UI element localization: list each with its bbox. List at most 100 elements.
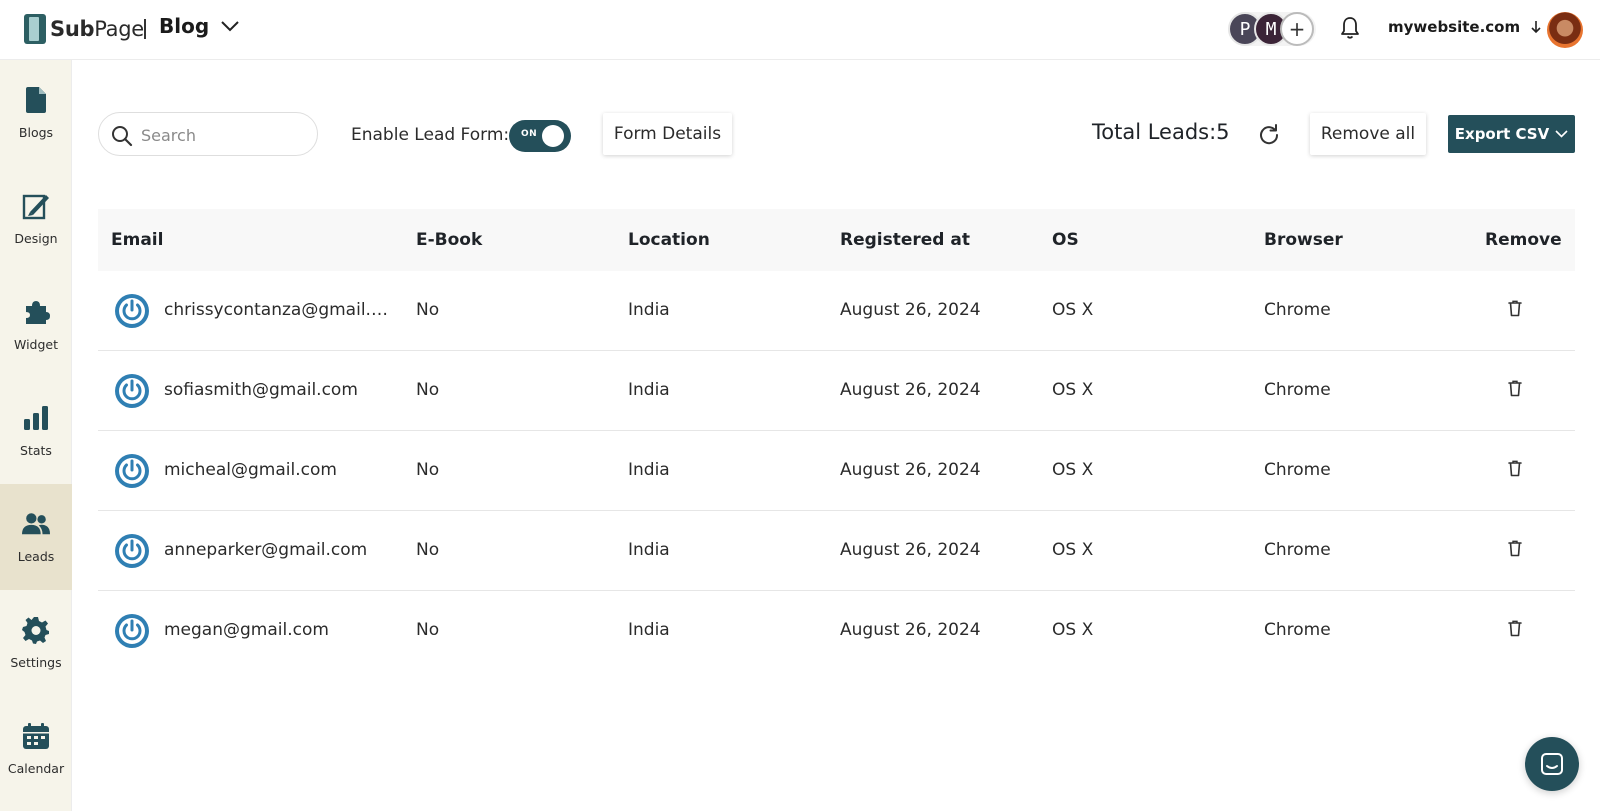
- column-header-browser: Browser: [1264, 230, 1343, 250]
- gear-icon: [22, 616, 50, 644]
- lead-browser: Chrome: [1264, 540, 1331, 560]
- site-selector[interactable]: mywebsite.com: [1388, 18, 1542, 36]
- column-header-os: OS: [1052, 230, 1079, 250]
- column-header-email: Email: [111, 230, 164, 250]
- sidebar-item-leads[interactable]: Leads: [0, 484, 72, 590]
- sidebar-item-label: Stats: [20, 443, 52, 458]
- lead-avatar-icon: [115, 374, 149, 408]
- lead-browser: Chrome: [1264, 460, 1331, 480]
- lead-registered-at: August 26, 2024: [840, 300, 981, 320]
- blog-selector[interactable]: Blog: [159, 14, 239, 38]
- lead-avatar-icon: [115, 614, 149, 648]
- total-leads-count: Total Leads:5: [1092, 120, 1230, 144]
- trash-icon[interactable]: [1508, 300, 1522, 321]
- lead-email: megan@gmail.com: [164, 620, 329, 640]
- lead-registered-at: August 26, 2024: [840, 540, 981, 560]
- table-header: Email E-Book Location Registered at OS B…: [98, 209, 1575, 271]
- lead-ebook: No: [416, 620, 440, 640]
- form-details-button[interactable]: Form Details: [603, 113, 732, 155]
- lead-location: India: [628, 460, 670, 480]
- sidebar-item-widget[interactable]: Widget: [0, 272, 72, 378]
- lead-location: India: [628, 620, 670, 640]
- sidebar-item-calendar[interactable]: Calendar: [0, 696, 72, 802]
- trash-icon[interactable]: [1508, 380, 1522, 401]
- remove-all-button[interactable]: Remove all: [1310, 113, 1426, 155]
- table-row: micheal@gmail.com No India August 26, 2024 O…: [98, 431, 1575, 511]
- sidebar-item-label: Settings: [10, 655, 62, 670]
- site-selector-label: mywebsite.com: [1388, 18, 1521, 36]
- lead-location: India: [628, 540, 670, 560]
- trash-icon[interactable]: [1508, 620, 1522, 641]
- blog-selector-label: Blog: [159, 14, 210, 38]
- add-collaborator-button[interactable]: +: [1280, 12, 1314, 46]
- sidebar: Blogs Design Widget Stats Leads Settings: [0, 60, 72, 811]
- lead-registered-at: August 26, 2024: [840, 380, 981, 400]
- sidebar-item-label: Leads: [17, 549, 55, 564]
- lead-avatar-icon: [115, 534, 149, 568]
- sidebar-item-blogs[interactable]: Blogs: [0, 60, 72, 166]
- notifications-bell-icon[interactable]: [1340, 16, 1360, 44]
- arrow-down-icon: [1531, 21, 1541, 34]
- chat-launcher-button[interactable]: [1525, 737, 1579, 791]
- refresh-icon[interactable]: [1258, 124, 1280, 150]
- top-bar: SubPage Blog P M + mywebsite.com: [0, 0, 1600, 60]
- lead-os: OS X: [1052, 300, 1094, 320]
- sidebar-item-label: Widget: [13, 337, 59, 352]
- search-input[interactable]: [141, 123, 306, 147]
- sidebar-item-label: Blogs: [18, 125, 54, 140]
- column-header-ebook: E-Book: [416, 230, 483, 250]
- lead-os: OS X: [1052, 380, 1094, 400]
- table-row: sofiasmith@gmail.com No India August 26, 20…: [98, 351, 1575, 431]
- chevron-down-icon: [1555, 130, 1568, 138]
- column-header-location: Location: [628, 230, 710, 250]
- chat-icon: [1541, 753, 1563, 775]
- lead-avatar-icon: [115, 454, 149, 488]
- lead-registered-at: August 26, 2024: [840, 460, 981, 480]
- table-row: chrissycontanza@gmail.co... No India August…: [98, 271, 1575, 351]
- trash-icon[interactable]: [1508, 460, 1522, 481]
- sidebar-item-label: Design: [14, 231, 58, 246]
- lead-os: OS X: [1052, 620, 1094, 640]
- lead-ebook: No: [416, 540, 440, 560]
- lead-location: India: [628, 380, 670, 400]
- enable-lead-form-label: Enable Lead Form:: [351, 125, 510, 145]
- logo-icon: [24, 14, 46, 44]
- lead-browser: Chrome: [1264, 300, 1331, 320]
- search-icon: [112, 126, 133, 147]
- column-header-registered: Registered at: [840, 230, 970, 250]
- logo-text: SubPage: [50, 17, 144, 41]
- lead-ebook: No: [416, 380, 440, 400]
- search-box: [98, 112, 318, 156]
- table-body: chrissycontanza@gmail.co... No India August…: [98, 271, 1575, 671]
- chevron-down-icon: [221, 20, 239, 31]
- calendar-icon: [22, 722, 50, 750]
- export-csv-button[interactable]: Export CSV: [1448, 115, 1575, 153]
- lead-form-toggle[interactable]: ON: [509, 120, 571, 152]
- lead-email: micheal@gmail.com: [164, 460, 337, 480]
- lead-email: anneparker@gmail.com: [164, 540, 368, 560]
- collaborators-group: P M +: [1228, 12, 1316, 46]
- trash-icon[interactable]: [1508, 540, 1522, 561]
- puzzle-icon: [22, 298, 50, 326]
- bar-chart-icon: [22, 404, 50, 432]
- export-csv-label: Export CSV: [1454, 125, 1550, 143]
- design-icon: [22, 192, 50, 220]
- sidebar-item-design[interactable]: Design: [0, 166, 72, 272]
- lead-browser: Chrome: [1264, 620, 1331, 640]
- sidebar-item-settings[interactable]: Settings: [0, 590, 72, 696]
- leads-table: Email E-Book Location Registered at OS B…: [98, 209, 1575, 671]
- lead-email: sofiasmith@gmail.com: [164, 380, 358, 400]
- user-avatar[interactable]: [1547, 12, 1583, 48]
- lead-location: India: [628, 300, 670, 320]
- lead-browser: Chrome: [1264, 380, 1331, 400]
- table-row: megan@gmail.com No India August 26, 2024 OS …: [98, 591, 1575, 671]
- lead-avatar-icon: [115, 294, 149, 328]
- lead-registered-at: August 26, 2024: [840, 620, 981, 640]
- users-icon: [22, 510, 50, 538]
- lead-ebook: No: [416, 300, 440, 320]
- lead-email: chrissycontanza@gmail.co...: [164, 300, 390, 320]
- subpage-logo[interactable]: SubPage: [24, 14, 144, 44]
- toggle-state-label: ON: [521, 129, 538, 139]
- sidebar-item-stats[interactable]: Stats: [0, 378, 72, 484]
- sidebar-item-label: Calendar: [7, 761, 65, 776]
